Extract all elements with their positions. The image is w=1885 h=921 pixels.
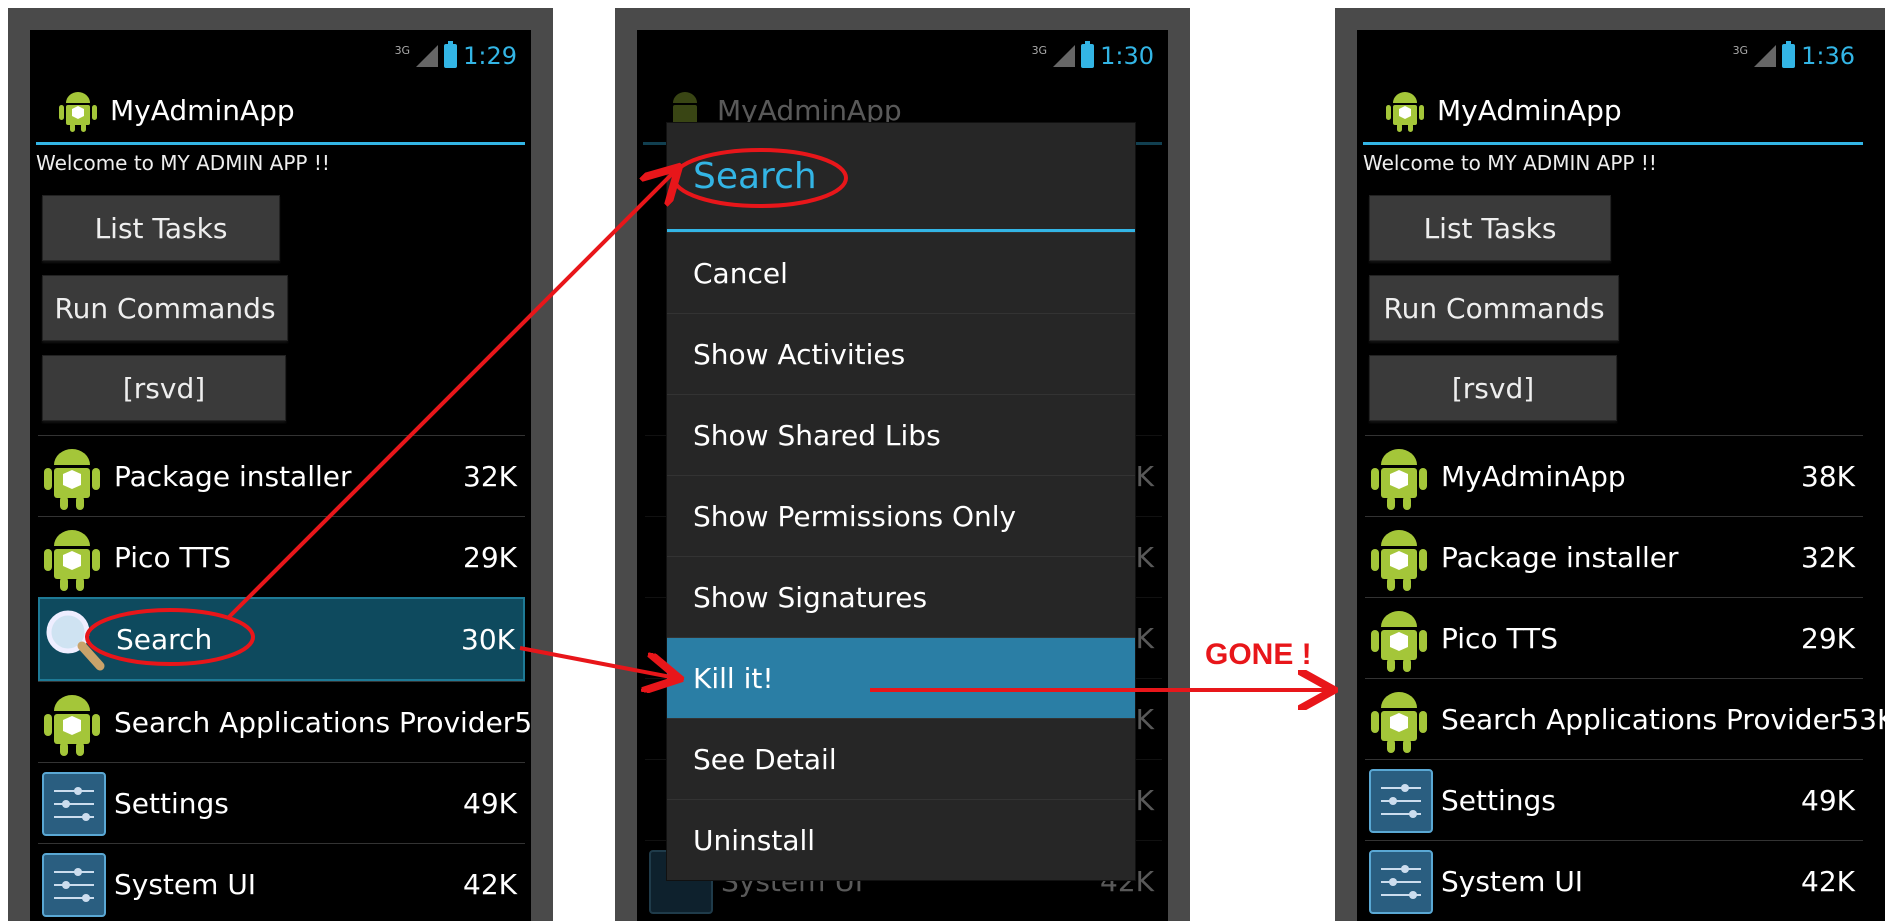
list-item-size: K [1135, 540, 1154, 574]
screen-1: 3G 1:29 MyAdminApp Welcome to MY ADMIN A… [30, 30, 531, 921]
welcome-text: Welcome to MY ADMIN APP !! [36, 151, 330, 175]
list-item-size: 29K [463, 540, 517, 574]
search-magnifier-icon [46, 610, 105, 671]
settings-icon [40, 768, 106, 838]
task-list: MyAdminApp 38K Package installer 32K Pic… [1365, 435, 1885, 921]
app-title: MyAdminApp [110, 93, 295, 127]
menu-item-show-signatures[interactable]: Show Signatures [667, 556, 1135, 637]
signal-3g-label: 3G [1732, 43, 1749, 57]
menu-item-cancel[interactable]: Cancel [667, 232, 1135, 313]
settings-icon [1367, 765, 1433, 835]
signal-3g-label: 3G [1031, 43, 1048, 57]
list-item-size: 49K [1801, 783, 1855, 817]
list-item-size: 38K [1801, 459, 1855, 493]
list-item-name: Settings [114, 786, 229, 820]
settings-icon [40, 849, 106, 919]
list-item-size: 42K [463, 867, 517, 901]
list-item-name: Pico TTS [1441, 621, 1558, 655]
battery-icon [444, 41, 458, 68]
list-item-size: 32K [463, 459, 517, 493]
app-android-icon [1386, 92, 1424, 132]
run-commands-button[interactable]: Run Commands [42, 275, 288, 341]
battery-icon [1782, 41, 1796, 68]
list-item-name: MyAdminApp [1441, 459, 1626, 493]
action-bar: MyAdminApp [1363, 78, 1863, 145]
list-item-name: Package installer [1441, 540, 1679, 574]
signal-icon [1754, 45, 1777, 67]
android-icon [1371, 692, 1427, 753]
list-item[interactable]: Settings 49K [1365, 759, 1863, 840]
list-item-name: System UI [114, 867, 257, 901]
list-item-name: System UI [1441, 864, 1584, 898]
android-icon [1371, 611, 1427, 672]
clock: 1:29 [463, 42, 517, 70]
menu-item-show-shared-libs[interactable]: Show Shared Libs [667, 394, 1135, 475]
list-item-size: K [1135, 621, 1154, 655]
android-icon [44, 695, 100, 756]
welcome-text: Welcome to MY ADMIN APP !! [1363, 151, 1657, 175]
status-bar: 3G 1:30 [637, 30, 1168, 78]
android-icon [1371, 449, 1427, 510]
list-item[interactable]: Package installer 32K [1365, 516, 1863, 597]
signal-icon [416, 45, 439, 67]
android-icon [44, 530, 100, 591]
context-menu-dialog: Search Cancel Show Activities Show Share… [666, 122, 1136, 881]
settings-icon [1367, 846, 1433, 916]
menu-item-show-activities[interactable]: Show Activities [667, 313, 1135, 394]
list-item-name: Package installer [114, 459, 352, 493]
list-item-size: 49K [463, 786, 517, 820]
app-title: MyAdminApp [1437, 93, 1622, 127]
list-item-size: K [1135, 702, 1154, 736]
battery-icon [1081, 41, 1095, 68]
rsvd-button[interactable]: [rsvd] [42, 355, 286, 421]
list-item-size: 53K [1841, 702, 1885, 736]
list-item[interactable]: Pico TTS 29K [1365, 597, 1863, 678]
list-item-size: 30K [461, 622, 515, 656]
list-item-name: Settings [1441, 783, 1556, 817]
signal-icon [1053, 45, 1076, 67]
android-icon [1371, 530, 1427, 591]
menu-item-kill-it[interactable]: Kill it! [667, 637, 1135, 718]
list-item-size: K [1135, 459, 1154, 493]
run-commands-button[interactable]: Run Commands [1369, 275, 1619, 341]
list-item[interactable]: System UI 42K [38, 843, 525, 921]
clock: 1:30 [1100, 42, 1154, 70]
list-item[interactable]: Package installer 32K [38, 435, 525, 516]
list-item-size: 42K [1801, 864, 1855, 898]
list-item-name: Search Applications Provider [1441, 702, 1842, 736]
gone-label: GONE ! [1205, 638, 1312, 671]
list-item[interactable]: Settings 49K [38, 762, 525, 843]
menu-item-show-permissions-only[interactable]: Show Permissions Only [667, 475, 1135, 556]
list-item-name: Pico TTS [114, 540, 231, 574]
android-icon [44, 449, 100, 510]
list-item-size: 29K [1801, 621, 1855, 655]
list-item-size: K [1135, 783, 1154, 817]
clock: 1:36 [1801, 42, 1855, 70]
status-bar: 3G 1:29 [30, 30, 531, 78]
menu-item-see-detail[interactable]: See Detail [667, 718, 1135, 799]
list-item[interactable]: Search Applications Provider 53K [1365, 678, 1885, 759]
list-item-selected[interactable]: Search 30K [38, 597, 525, 681]
menu-item-uninstall[interactable]: Uninstall [667, 799, 1135, 880]
list-item-size: 32K [1801, 540, 1855, 574]
phone-panel-1: 3G 1:29 MyAdminApp Welcome to MY ADMIN A… [8, 8, 553, 921]
app-android-icon [59, 92, 97, 132]
rsvd-button[interactable]: [rsvd] [1369, 355, 1617, 421]
status-bar: 3G 1:36 [1357, 30, 1885, 78]
list-item[interactable]: MyAdminApp 38K [1365, 435, 1863, 516]
dialog-title: Search [667, 123, 1135, 232]
action-bar: MyAdminApp [36, 78, 525, 145]
list-item[interactable]: System UI 42K [1365, 840, 1863, 921]
list-item-name: Search Applications Provider [114, 705, 515, 739]
task-list: Package installer 32K Pico TTS 29K Searc… [38, 435, 531, 921]
list-tasks-button[interactable]: List Tasks [42, 195, 280, 261]
list-tasks-button[interactable]: List Tasks [1369, 195, 1611, 261]
list-item[interactable]: Search Applications Provider 53K [38, 681, 531, 762]
screen-3: 3G 1:36 MyAdminApp Welcome to MY ADMIN A… [1357, 30, 1885, 921]
list-item-name: Search [116, 622, 213, 656]
signal-3g-label: 3G [394, 43, 411, 57]
phone-panel-3: 3G 1:36 MyAdminApp Welcome to MY ADMIN A… [1335, 8, 1885, 921]
list-item[interactable]: Pico TTS 29K [38, 516, 525, 597]
list-item-size: 53K [514, 705, 531, 739]
